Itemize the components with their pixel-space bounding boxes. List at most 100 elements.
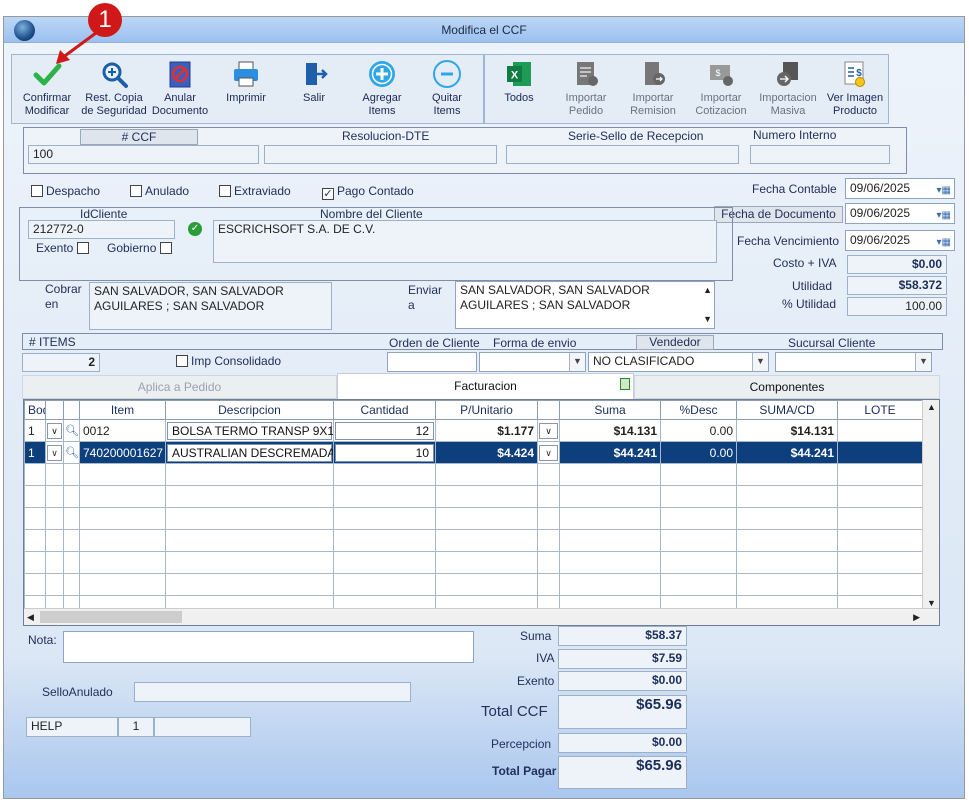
todos-button[interactable]: X Todos — [489, 59, 549, 105]
calendar-icon[interactable]: ▾▦ — [937, 182, 951, 199]
col-header[interactable] — [537, 400, 560, 420]
bodega-dropdown[interactable]: ∨ — [45, 419, 64, 442]
price-dropdown[interactable]: ∨ — [537, 441, 560, 464]
vendedor-select[interactable]: NO CLASIFICADO ▼ — [588, 352, 769, 372]
scroll-right-icon[interactable]: ▶ — [913, 612, 920, 623]
plus-circle-icon — [369, 61, 395, 87]
scroll-left-icon[interactable]: ◀ — [27, 612, 34, 623]
orden-cliente-field[interactable] — [387, 352, 477, 372]
descripcion-cell[interactable]: BOLSA TERMO TRANSP 9X14 — [165, 419, 334, 442]
bodega-cell[interactable]: 1 — [24, 441, 46, 464]
items-label: # ITEMS — [29, 335, 76, 349]
importacion-masiva-button[interactable]: Importacion Masiva — [756, 59, 820, 118]
serie-field[interactable] — [506, 145, 739, 164]
punitario-cell[interactable]: $4.424 — [435, 441, 538, 464]
quitar-items-button[interactable]: Quitar Items — [416, 59, 478, 118]
empty-row[interactable] — [24, 529, 923, 552]
item-cell[interactable]: 0012 — [79, 419, 166, 442]
salir-button[interactable]: Salir — [284, 59, 344, 105]
forma-envio-select[interactable]: ▼ — [479, 352, 586, 372]
tab-aplica-pedido[interactable]: Aplica a Pedido — [22, 375, 337, 399]
lookup-icon[interactable]: 🔍︎ — [63, 419, 80, 442]
exento-checkbox[interactable]: Exento — [36, 241, 92, 255]
despacho-checkbox[interactable]: Despacho — [31, 184, 100, 198]
price-dropdown[interactable]: ∨ — [537, 419, 560, 442]
col-header[interactable]: LOTE — [837, 400, 923, 420]
bodega-cell[interactable]: 1 — [24, 419, 46, 442]
scroll-up-icon[interactable]: ▲ — [927, 402, 936, 412]
col-header[interactable]: SUMA/CD — [736, 400, 838, 420]
punitario-cell[interactable]: $1.177 — [435, 419, 538, 442]
table-row[interactable]: 1 ∨ 🔍︎ 0012 BOLSA TERMO TRANSP 9X14 12 $… — [24, 419, 923, 442]
col-header[interactable]: Suma — [559, 400, 661, 420]
scroll-down-icon[interactable]: ▼ — [927, 598, 936, 608]
enviar-field[interactable]: SAN SALVADOR, SAN SALVADOR AGUILARES ; S… — [455, 281, 715, 329]
calendar-icon[interactable]: ▾▦ — [937, 234, 951, 251]
empty-row[interactable] — [24, 551, 923, 574]
scroll-down-icon[interactable]: ▼ — [703, 312, 712, 327]
desc-cell[interactable]: 0.00 — [660, 419, 737, 442]
agregar-items-button[interactable]: Agregar Items — [350, 59, 414, 118]
sucursal-select[interactable]: ▼ — [775, 352, 932, 372]
tab-componentes[interactable]: Componentes — [634, 375, 940, 399]
anulado-checkbox[interactable]: Anulado — [130, 184, 189, 198]
imp-consolidado-checkbox[interactable]: Imp Consolidado — [176, 354, 281, 368]
bodega-dropdown[interactable]: ∨ — [45, 441, 64, 464]
empty-row[interactable] — [24, 573, 923, 596]
table-row-selected[interactable]: 1 ∨ 🔍︎ 740200001627 AUSTRALIAN DESCREMAD… — [24, 441, 923, 464]
pct-utilidad-field: 100.00 — [847, 297, 947, 316]
imprimir-button[interactable]: Imprimir — [216, 59, 276, 105]
gobierno-checkbox[interactable]: Gobierno — [107, 241, 175, 255]
numero-interno-label: Numero Interno — [753, 128, 837, 142]
cantidad-cell[interactable]: 12 — [333, 419, 436, 442]
col-header[interactable]: Descripcion — [165, 400, 334, 420]
empty-row[interactable] — [24, 485, 923, 508]
fecha-documento-field[interactable]: 09/06/2025 ▾▦ — [845, 203, 955, 224]
col-header[interactable]: Cantidad — [333, 400, 436, 420]
empty-row[interactable] — [24, 507, 923, 530]
percepcion-label: Percepcion — [491, 737, 552, 751]
numero-interno-field[interactable] — [750, 145, 890, 164]
horizontal-scrollbar[interactable]: ◀ ▶ — [24, 608, 939, 625]
col-header[interactable]: P/Unitario — [435, 400, 538, 420]
idcliente-field[interactable]: 212772-0 — [28, 220, 175, 239]
tab-facturacion[interactable]: Facturacion — [337, 373, 634, 399]
annotation-arrow-icon — [56, 28, 101, 64]
fecha-contable-field[interactable]: 09/06/2025 ▾▦ — [845, 178, 955, 199]
nombre-cliente-field[interactable]: ESCRICHSOFT S.A. DE C.V. — [213, 220, 717, 263]
checkbox-label: Pago Contado — [337, 184, 414, 198]
scroll-thumb[interactable] — [40, 611, 182, 623]
col-header[interactable]: %Desc — [660, 400, 737, 420]
sello-anulado-field[interactable] — [134, 682, 411, 702]
nota-field[interactable] — [63, 631, 474, 663]
anular-documento-button[interactable]: Anular Documento — [150, 59, 210, 118]
importar-pedido-button[interactable]: Importar Pedido — [556, 59, 616, 118]
ccf-field[interactable]: 100 — [28, 145, 259, 164]
fecha-vencimiento-field[interactable]: 09/06/2025 ▾▦ — [845, 230, 955, 251]
total-ccf-label: Total CCF — [481, 703, 548, 720]
col-header[interactable]: Item — [79, 400, 166, 420]
lote-cell[interactable] — [837, 441, 923, 464]
lote-cell[interactable] — [837, 419, 923, 442]
desc-cell[interactable]: 0.00 — [660, 441, 737, 464]
importar-cotizacion-button[interactable]: $ Importar Cotizacion — [688, 59, 754, 118]
ver-imagen-producto-button[interactable]: $ Ver Imagen Producto — [822, 59, 888, 118]
importar-remision-button[interactable]: Importar Remision — [622, 59, 684, 118]
resolucion-field[interactable] — [264, 145, 497, 164]
calendar-icon[interactable]: ▾▦ — [937, 207, 951, 224]
vertical-scrollbar[interactable]: ▲ ▼ — [922, 400, 939, 609]
col-header[interactable] — [45, 400, 64, 420]
orden-cliente-label: Orden de Cliente — [389, 336, 480, 350]
item-cell[interactable]: 740200001627 — [79, 441, 166, 464]
extraviado-checkbox[interactable]: Extraviado — [219, 184, 291, 198]
pago-contado-checkbox[interactable]: ✓ Pago Contado — [322, 184, 414, 200]
cobrar-field[interactable]: SAN SALVADOR, SAN SALVADOR AGUILARES ; S… — [89, 282, 332, 330]
col-header[interactable] — [63, 400, 80, 420]
empty-row[interactable] — [24, 463, 923, 486]
descripcion-cell[interactable]: AUSTRALIAN DESCREMADA — [165, 441, 334, 464]
scroll-up-icon[interactable]: ▲ — [703, 283, 712, 298]
lookup-icon[interactable]: 🔍︎ — [63, 441, 80, 464]
cantidad-cell[interactable]: 10 — [333, 441, 436, 464]
col-header[interactable]: Bodega — [24, 400, 46, 420]
suma-cell: $14.131 — [559, 419, 661, 442]
